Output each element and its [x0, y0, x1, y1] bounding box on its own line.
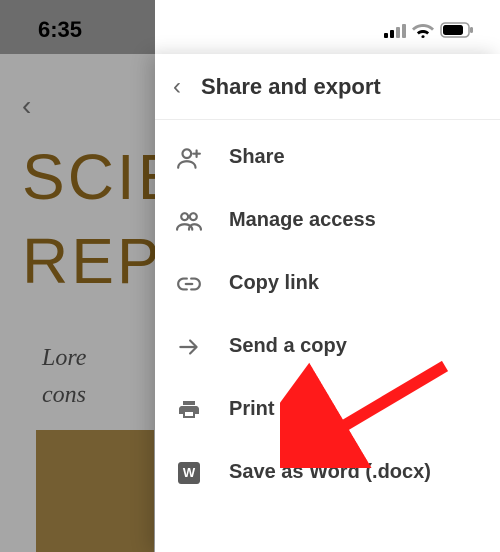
menu-item-label: Copy link [229, 272, 319, 295]
document-body-line2: cons [42, 377, 86, 414]
panel-back-button[interactable]: ‹ [173, 73, 181, 101]
cellular-signal-icon [384, 22, 406, 38]
menu-item-label: Send a copy [229, 335, 347, 358]
person-add-icon [173, 145, 205, 171]
doc-back-button[interactable]: ‹ [22, 90, 31, 122]
status-indicators [384, 22, 474, 38]
menu-item-copy-link[interactable]: Copy link [165, 252, 490, 315]
link-icon [173, 271, 205, 297]
menu-item-share[interactable]: Share [165, 126, 490, 189]
menu-item-manage-access[interactable]: Manage access [165, 189, 490, 252]
send-icon [173, 334, 205, 360]
battery-icon [440, 22, 474, 38]
menu-item-print[interactable]: Print [165, 378, 490, 441]
document-body-line1: Lore [42, 340, 86, 377]
menu-item-label: Manage access [229, 209, 376, 232]
share-export-panel: ‹ Share and export Share Manage access [155, 54, 500, 552]
wifi-icon [412, 22, 434, 38]
app-screen: ‹ SCIE REPO Lore cons 6:35 ‹ [0, 0, 500, 552]
document-backdrop: ‹ SCIE REPO Lore cons [0, 0, 155, 552]
document-body-preview: Lore cons [42, 340, 86, 414]
word-icon: W [173, 462, 205, 484]
people-icon [173, 208, 205, 234]
menu-item-label: Share [229, 146, 285, 169]
panel-header: ‹ Share and export [155, 54, 500, 120]
status-bar-dim-overlay [0, 0, 155, 54]
menu-item-save-word[interactable]: W Save as Word (.docx) [165, 441, 490, 504]
panel-title: Share and export [201, 74, 381, 100]
menu-item-label: Print [229, 398, 275, 421]
print-icon [173, 398, 205, 422]
menu-item-label: Save as Word (.docx) [229, 461, 431, 484]
menu-list: Share Manage access Copy link Send a cop… [155, 120, 500, 504]
document-image-placeholder [36, 430, 154, 552]
menu-item-send-copy[interactable]: Send a copy [165, 315, 490, 378]
